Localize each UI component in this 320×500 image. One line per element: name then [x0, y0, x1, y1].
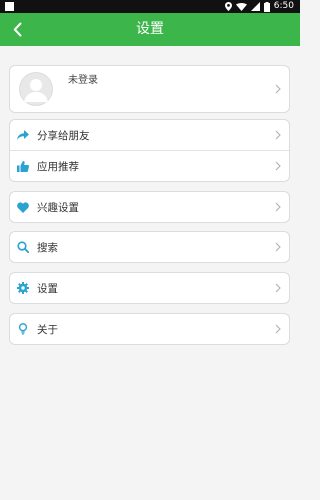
search-card: 搜索 [9, 231, 290, 263]
thumbs-up-icon [17, 160, 29, 172]
status-time: 6:50 [273, 1, 294, 11]
notification-icon [5, 2, 14, 11]
about-card: 关于 [9, 313, 290, 345]
wifi-icon [235, 2, 247, 11]
share-icon [17, 129, 29, 141]
chevron-right-icon [275, 283, 281, 293]
settings-item[interactable]: 设置 [10, 273, 289, 303]
heart-icon [17, 201, 29, 213]
lightbulb-icon [17, 323, 29, 335]
top-app-bar: 设置 [0, 13, 300, 46]
search-item[interactable]: 搜索 [10, 232, 289, 262]
location-icon [224, 2, 232, 11]
share-card: 分享给朋友 应用推荐 [9, 119, 290, 182]
gear-icon [17, 282, 29, 294]
search-label: 搜索 [37, 241, 58, 254]
status-bar: 6:50 [0, 0, 300, 13]
chevron-right-icon [275, 202, 281, 212]
search-icon [17, 241, 29, 253]
chevron-right-icon [275, 161, 281, 171]
chevron-right-icon [275, 324, 281, 334]
login-status-label: 未登录 [68, 75, 98, 86]
login-profile-row[interactable]: 未登录 [10, 66, 289, 112]
avatar [19, 72, 53, 106]
about-item[interactable]: 关于 [10, 314, 289, 344]
profile-card: 未登录 [9, 65, 290, 113]
app-recommend-item[interactable]: 应用推荐 [10, 150, 289, 181]
app-recommend-label: 应用推荐 [37, 160, 79, 173]
about-label: 关于 [37, 323, 58, 336]
user-avatar-icon [20, 73, 52, 105]
chevron-right-icon [275, 84, 281, 94]
chevron-right-icon [275, 242, 281, 252]
chevron-right-icon [275, 130, 281, 140]
share-to-friends-item[interactable]: 分享给朋友 [10, 120, 289, 150]
interest-card: 兴趣设置 [9, 191, 290, 223]
share-to-friends-label: 分享给朋友 [37, 129, 90, 142]
signal-icon [250, 2, 260, 11]
page-title: 设置 [136, 21, 164, 37]
interest-settings-label: 兴趣设置 [37, 201, 79, 214]
settings-card: 设置 [9, 272, 290, 304]
settings-label: 设置 [37, 282, 58, 295]
battery-icon [263, 1, 270, 12]
interest-settings-item[interactable]: 兴趣设置 [10, 192, 289, 222]
